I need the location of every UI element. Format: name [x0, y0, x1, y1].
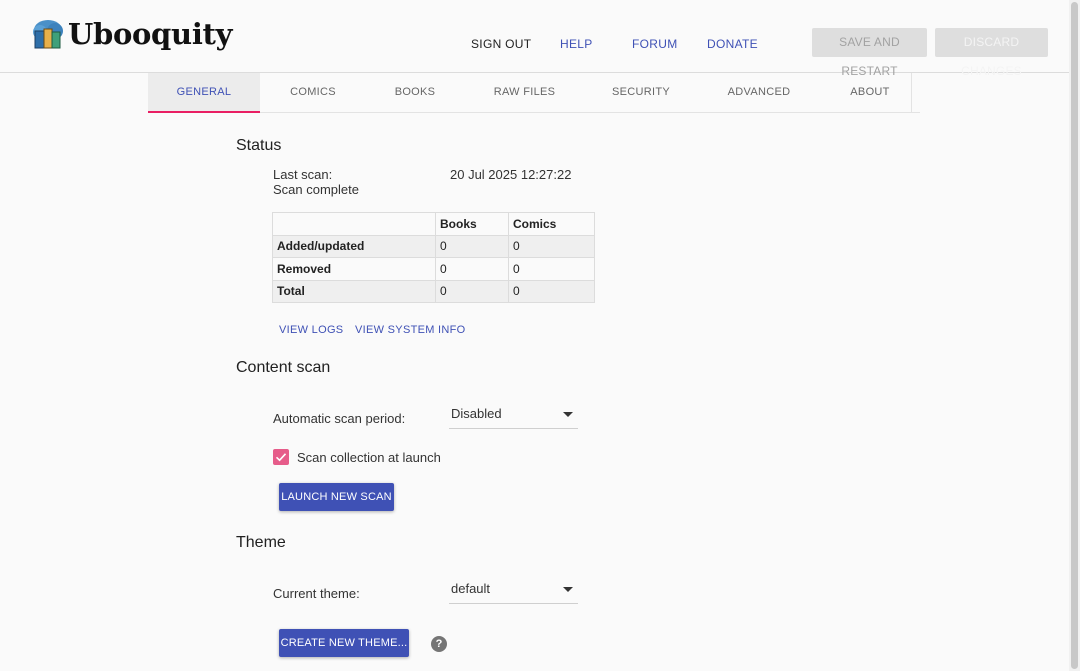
- row-label: Removed: [272, 257, 436, 281]
- books-cloud-icon: [33, 20, 63, 49]
- discard-changes-button[interactable]: DISCARD CHANGES: [935, 28, 1048, 78]
- dropdown-arrow-icon: [563, 587, 573, 592]
- scan-at-launch-label: Scan collection at launch: [297, 450, 441, 465]
- comics-count: 0: [508, 257, 595, 281]
- tab-comics[interactable]: COMICS: [260, 73, 366, 113]
- theme-value: default: [451, 581, 491, 596]
- app-name: Ubooquity: [68, 17, 233, 51]
- checkmark-icon: [275, 453, 287, 462]
- help-link[interactable]: HELP: [560, 37, 593, 51]
- tab-divider: [911, 73, 912, 113]
- top-bar: Ubooquity SIGN OUT HELP FORUM DONATE SAV…: [0, 0, 1080, 78]
- scan-state: Scan complete: [273, 182, 359, 197]
- scan-period-select[interactable]: Disabled: [449, 404, 578, 429]
- table-header-books: Books: [435, 212, 509, 236]
- dropdown-arrow-icon: [563, 412, 573, 417]
- scan-period-value: Disabled: [451, 406, 502, 421]
- table-header-row: Books Comics: [272, 212, 595, 236]
- comics-count: 0: [508, 279, 595, 303]
- donate-link[interactable]: DONATE: [707, 37, 758, 51]
- row-label: Total: [272, 279, 436, 303]
- books-count: 0: [435, 257, 509, 281]
- sign-out-link[interactable]: SIGN OUT: [471, 37, 531, 51]
- theme-select[interactable]: default: [449, 579, 578, 604]
- comics-count: 0: [508, 234, 595, 258]
- table-row: Removed 0 0: [272, 257, 595, 281]
- save-and-restart-button[interactable]: SAVE AND RESTART: [812, 28, 927, 78]
- content-scan-heading: Content scan: [236, 359, 331, 376]
- launch-new-scan-button[interactable]: LAUNCH NEW SCAN: [279, 483, 394, 511]
- tab-advanced[interactable]: ADVANCED: [697, 73, 821, 113]
- view-logs-link[interactable]: VIEW LOGS: [279, 324, 343, 336]
- scan-period-label: Automatic scan period:: [273, 411, 406, 426]
- settings-tabs: GENERAL COMICS BOOKS RAW FILES SECURITY …: [148, 73, 920, 113]
- status-heading: Status: [236, 137, 282, 154]
- tab-about[interactable]: ABOUT: [821, 73, 919, 113]
- app-logo[interactable]: Ubooquity: [31, 17, 232, 51]
- tab-security[interactable]: SECURITY: [585, 73, 697, 113]
- theme-heading: Theme: [236, 534, 286, 551]
- last-scan-label: Last scan:: [273, 167, 333, 182]
- table-row: Total 0 0: [272, 279, 595, 303]
- scrollbar-thumb[interactable]: [1071, 2, 1078, 669]
- forum-link[interactable]: FORUM: [632, 37, 678, 51]
- create-new-theme-button[interactable]: CREATE NEW THEME...: [279, 629, 409, 657]
- page-scrollbar[interactable]: [1069, 0, 1080, 671]
- view-system-info-link[interactable]: VIEW SYSTEM INFO: [355, 324, 466, 336]
- help-icon[interactable]: ?: [431, 636, 447, 652]
- last-scan-value: 20 Jul 2025 12:27:22: [450, 167, 572, 182]
- table-header-empty: [272, 212, 436, 236]
- scan-at-launch-checkbox[interactable]: [273, 449, 289, 465]
- row-label: Added/updated: [272, 234, 436, 258]
- table-header-comics: Comics: [508, 212, 595, 236]
- current-theme-label: Current theme:: [273, 586, 360, 601]
- scan-stats-table: Books Comics Added/updated 0 0 Removed 0…: [272, 212, 595, 303]
- books-count: 0: [435, 279, 509, 303]
- tab-raw-files[interactable]: RAW FILES: [464, 73, 585, 113]
- tab-books[interactable]: BOOKS: [366, 73, 464, 113]
- table-row: Added/updated 0 0: [272, 234, 595, 258]
- tab-general[interactable]: GENERAL: [148, 73, 260, 113]
- books-count: 0: [435, 234, 509, 258]
